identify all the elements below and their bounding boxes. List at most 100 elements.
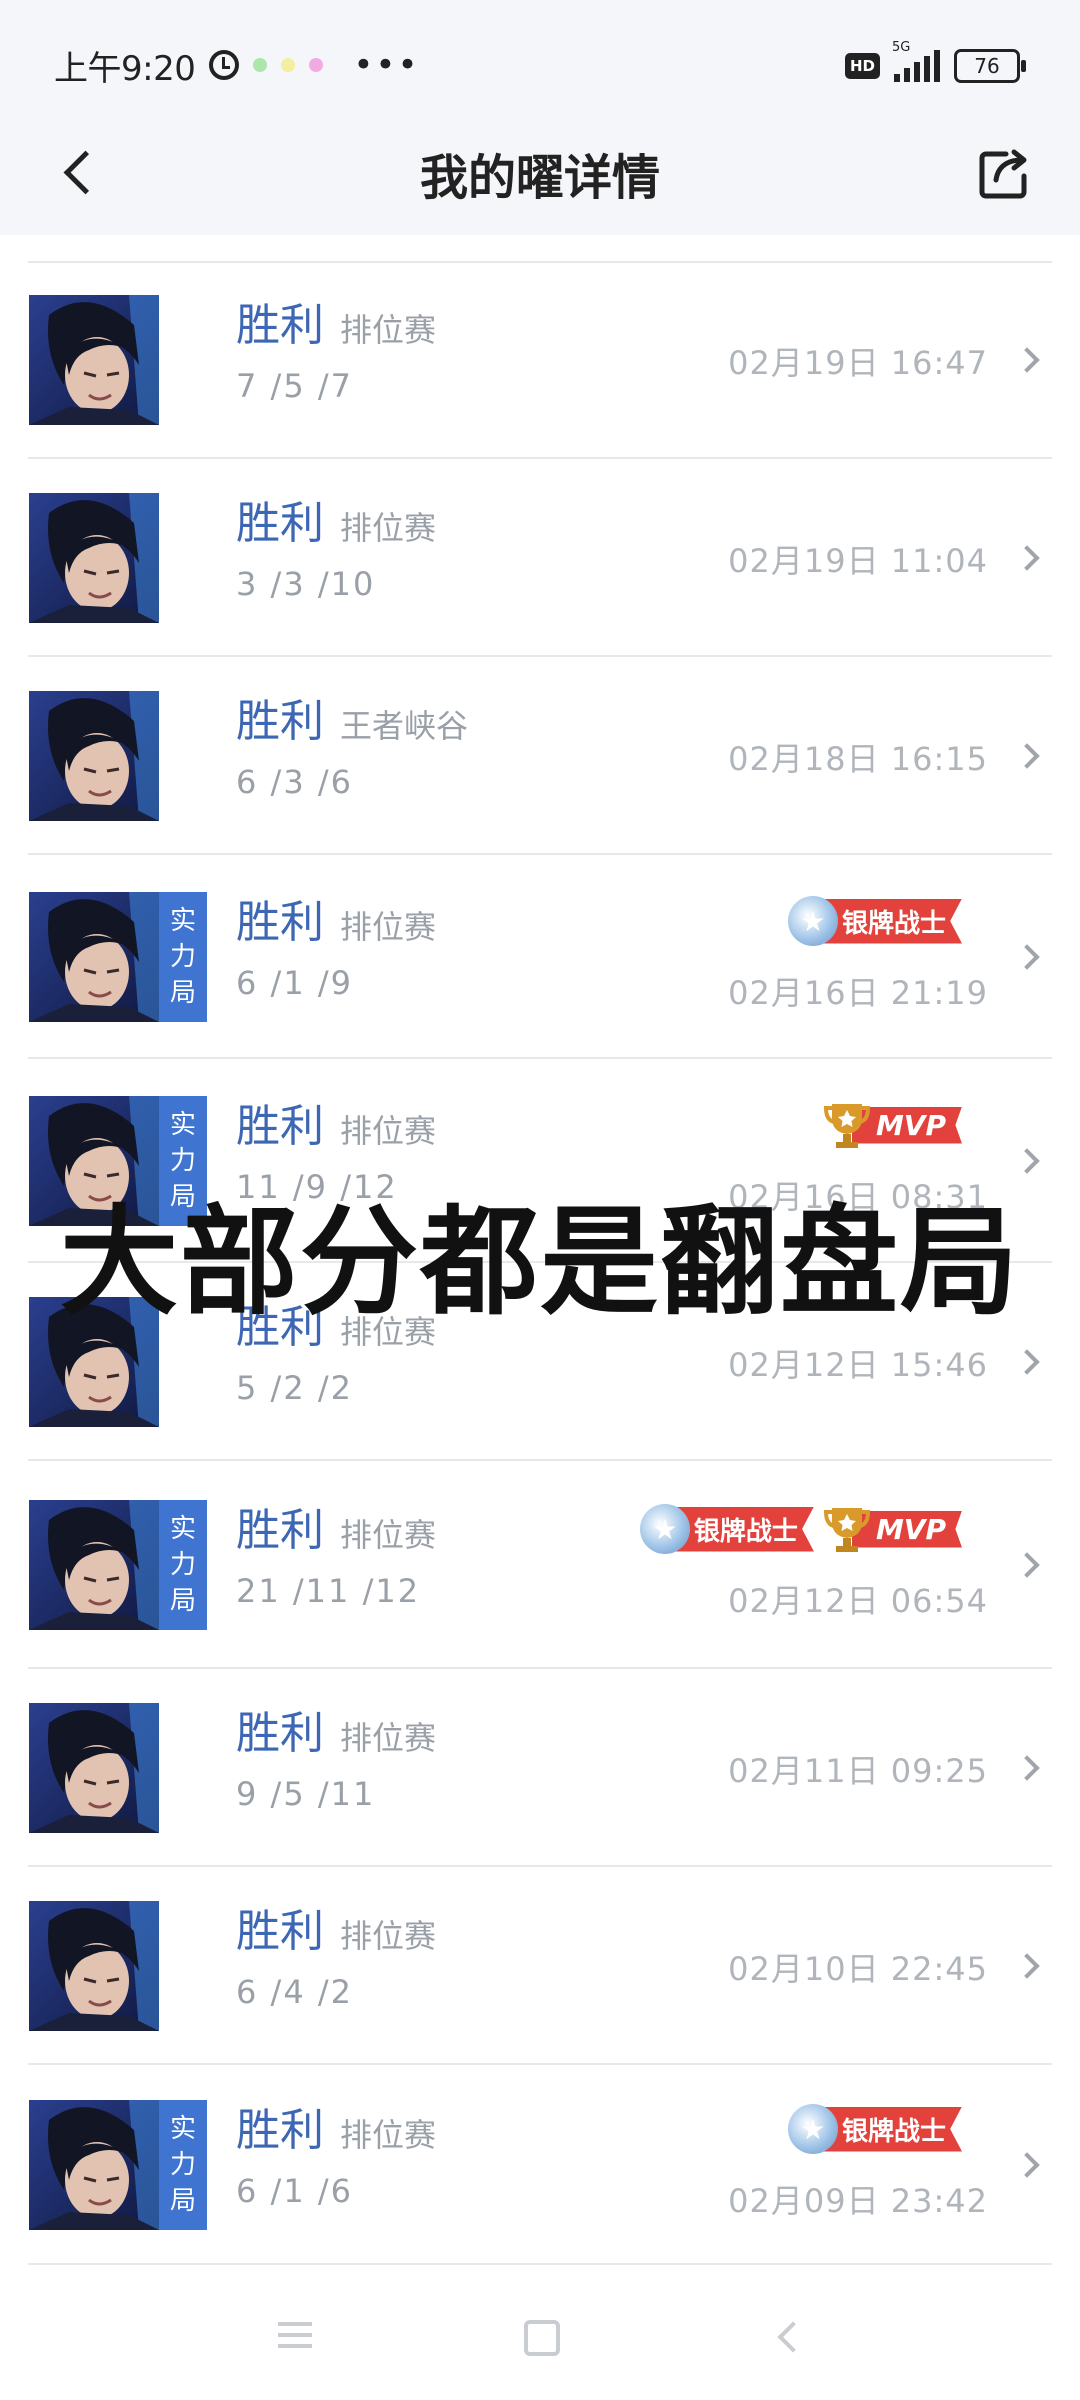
status-time: 上午9:20 [54, 48, 196, 89]
signal-icon: 5G [892, 40, 940, 82]
match-mode: 排位赛 [340, 908, 437, 946]
match-time: 02月10日 22:45 [728, 1950, 988, 1988]
match-result: 胜利 [236, 696, 324, 747]
nav-header: 我的曜详情 [0, 120, 1080, 235]
network-type: 5G [892, 40, 911, 55]
match-mode: 王者峡谷 [340, 707, 469, 745]
silver-warrior-badge: ★ 银牌战士 [787, 896, 962, 946]
match-mode: 排位赛 [340, 2116, 437, 2154]
hero-avatar [29, 1703, 159, 1833]
match-mode: 排位赛 [340, 509, 437, 547]
match-kda: 6 /4 /2 [236, 1973, 353, 2011]
match-time: 02月11日 09:25 [728, 1752, 988, 1790]
match-result: 胜利 [236, 1505, 324, 1556]
match-time: 02月19日 11:04 [728, 542, 988, 580]
battery-icon: 76 [954, 49, 1026, 83]
chevron-right-icon[interactable] [1014, 944, 1040, 970]
trophy-icon [823, 1504, 870, 1554]
match-time: 02月18日 16:15 [728, 740, 988, 778]
status-bar: 上午9:20 ••• HD 5G 76 [0, 0, 1080, 120]
hero-avatar [29, 493, 159, 623]
row-divider [28, 2263, 1052, 2265]
status-bar-left: 上午9:20 ••• [54, 40, 420, 90]
silver-medal-icon: ★ [787, 896, 838, 946]
match-row[interactable]: 胜利 排位赛 9 /5 /11 02月11日 09:25 [0, 1669, 1080, 1867]
strength-match-tag: 实力局 [159, 2100, 207, 2230]
match-row[interactable]: 实力局胜利 排位赛 6 /1 /6 02月09日 23:42 ★ 银牌战士 [0, 2065, 1080, 2265]
silver-warrior-badge: ★ 银牌战士 [787, 2104, 962, 2154]
match-row[interactable]: 实力局胜利 排位赛 6 /1 /9 02月16日 21:19 ★ 银牌战士 [0, 855, 1080, 1059]
match-time: 02月19日 16:47 [728, 344, 988, 382]
match-result: 胜利 [236, 1708, 324, 1759]
more-notifications-icon: ••• [353, 45, 420, 85]
chevron-right-icon[interactable] [1014, 2152, 1040, 2178]
match-kda: 21 /11 /12 [236, 1572, 421, 1610]
match-result: 胜利 [236, 300, 324, 351]
match-badges: ★ 银牌战士 [787, 896, 962, 946]
match-mode: 排位赛 [340, 1917, 437, 1955]
match-mode: 排位赛 [340, 311, 437, 349]
silver-medal-icon: ★ [787, 2104, 838, 2154]
match-time: 02月09日 23:42 [728, 2182, 988, 2220]
mvp-badge: MVP [823, 1100, 962, 1150]
chevron-right-icon[interactable] [1014, 347, 1040, 373]
strength-match-tag: 实力局 [159, 892, 207, 1022]
match-time: 02月16日 21:19 [728, 974, 988, 1012]
match-badges: ★ 银牌战士 [787, 2104, 962, 2154]
hero-avatar [29, 1500, 159, 1630]
match-mode: 排位赛 [340, 1719, 437, 1757]
match-row[interactable]: 胜利 排位赛 6 /4 /2 02月10日 22:45 [0, 1867, 1080, 2065]
match-result: 胜利 [236, 897, 324, 948]
page-title: 我的曜详情 [419, 150, 660, 206]
hero-avatar [29, 691, 159, 821]
match-kda: 3 /3 /10 [236, 565, 376, 603]
match-mode: 排位赛 [340, 1516, 437, 1554]
match-result: 胜利 [236, 2105, 324, 2156]
system-back-icon[interactable] [777, 2321, 809, 2353]
match-kda: 6 /1 /6 [236, 2172, 353, 2210]
chevron-right-icon[interactable] [1014, 1349, 1040, 1375]
match-result: 胜利 [236, 498, 324, 549]
match-badges: ★ 银牌战士 MVP [639, 1504, 962, 1554]
match-row[interactable]: 胜利 排位赛 3 /3 /10 02月19日 11:04 [0, 459, 1080, 657]
notification-dot-icon [253, 58, 268, 72]
alarm-icon [209, 50, 240, 80]
share-icon[interactable] [976, 146, 1032, 202]
system-nav-bar [0, 2290, 1080, 2400]
silver-medal-icon: ★ [639, 1504, 690, 1554]
hero-avatar [29, 295, 159, 425]
match-row[interactable]: 胜利 王者峡谷 6 /3 /6 02月18日 16:15 [0, 657, 1080, 855]
home-icon[interactable] [524, 2320, 560, 2356]
chevron-right-icon[interactable] [1014, 545, 1040, 571]
hero-avatar [29, 892, 159, 1022]
trophy-icon [823, 1100, 870, 1150]
hero-avatar [29, 2100, 159, 2230]
chevron-right-icon[interactable] [1014, 1953, 1040, 1979]
hero-avatar [29, 1901, 159, 2031]
chevron-right-icon[interactable] [1014, 1552, 1040, 1578]
match-row[interactable]: 实力局胜利 排位赛 21 /11 /12 02月12日 06:54 ★ 银牌战士 MVP [0, 1461, 1080, 1669]
match-time: 02月12日 06:54 [728, 1582, 988, 1620]
match-kda: 5 /2 /2 [236, 1369, 353, 1407]
notification-dot-icon [309, 58, 324, 72]
recent-apps-icon[interactable] [278, 2322, 312, 2355]
overlay-caption: 大部分都是翻盘局 [59, 1193, 1020, 1331]
match-row[interactable]: 胜利 排位赛 7 /5 /7 02月19日 16:47 [0, 261, 1080, 459]
chevron-right-icon[interactable] [1014, 1755, 1040, 1781]
match-kda: 9 /5 /11 [236, 1775, 376, 1813]
match-time: 02月12日 15:46 [728, 1346, 988, 1384]
chevron-right-icon[interactable] [1014, 1148, 1040, 1174]
match-result: 胜利 [236, 1906, 324, 1957]
strength-match-tag: 实力局 [159, 1500, 207, 1630]
match-badges: MVP [823, 1100, 962, 1150]
match-mode: 排位赛 [340, 1112, 437, 1150]
hd-icon: HD [844, 53, 880, 79]
match-kda: 6 /1 /9 [236, 964, 353, 1002]
match-result: 胜利 [236, 1101, 324, 1152]
silver-warrior-badge: ★ 银牌战士 [639, 1504, 814, 1554]
match-kda: 6 /3 /6 [236, 763, 353, 801]
chevron-right-icon[interactable] [1014, 743, 1040, 769]
match-kda: 7 /5 /7 [236, 367, 353, 405]
mvp-badge: MVP [823, 1504, 962, 1554]
notification-dot-icon [281, 58, 296, 72]
